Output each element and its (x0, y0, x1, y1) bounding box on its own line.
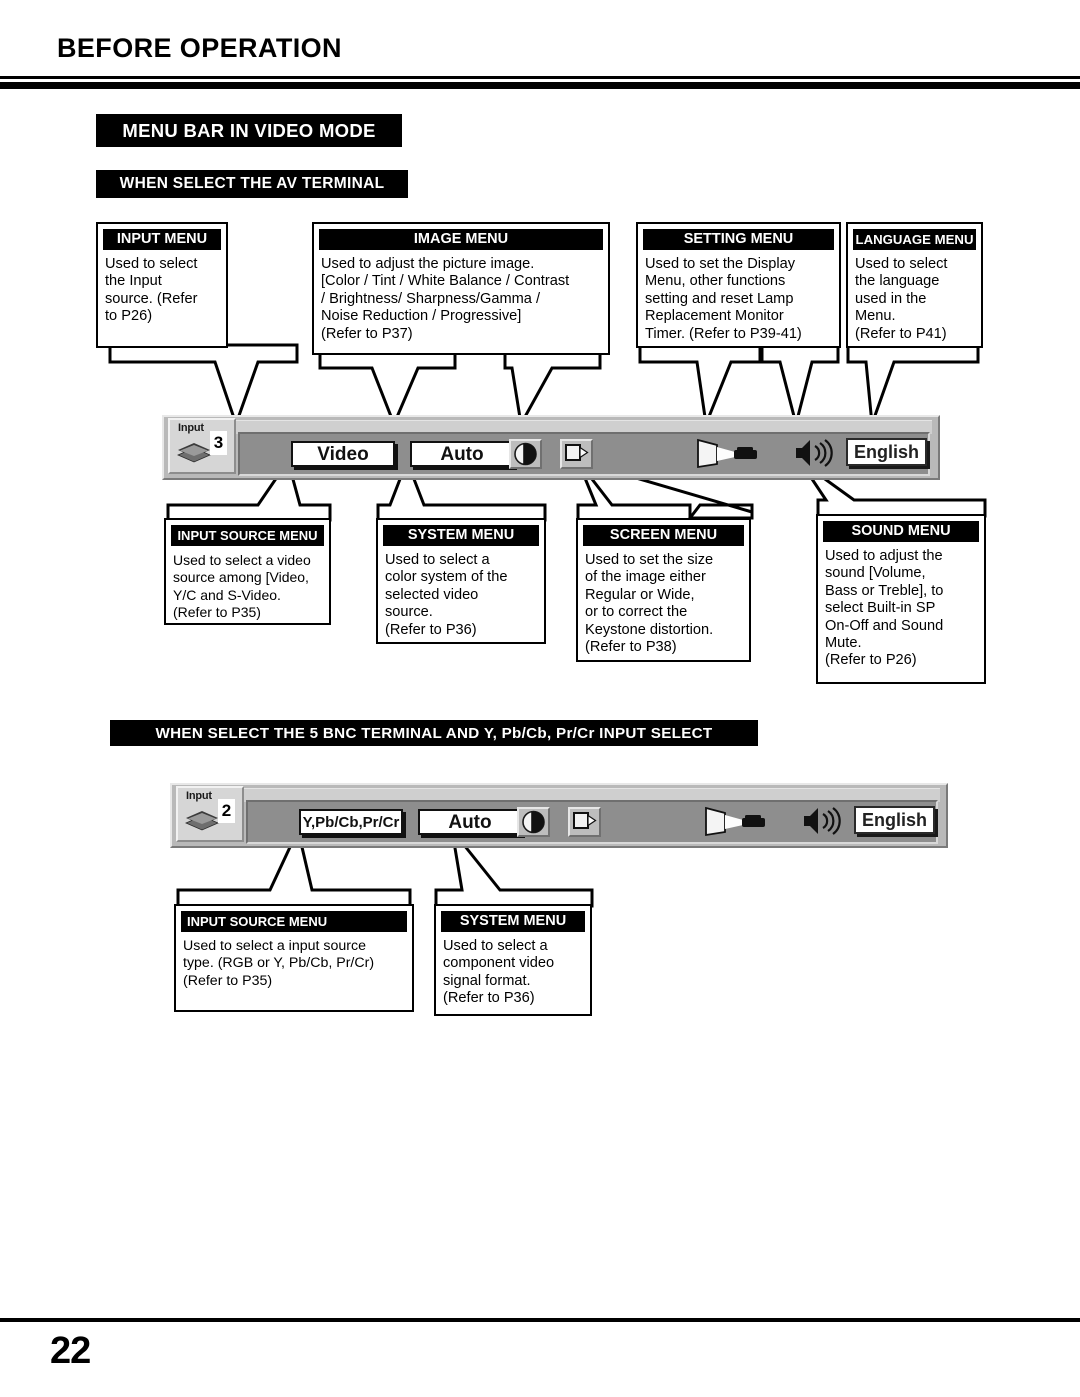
callout-body: Used to select a component video signal … (443, 938, 555, 1007)
callout-body: Used to select the Input source. (Refer … (105, 256, 198, 325)
contrast-icon (522, 810, 545, 834)
screen-menu-icon-button[interactable] (560, 439, 593, 469)
contrast-icon (514, 442, 537, 466)
callout-title: IMAGE MENU (319, 229, 603, 250)
subsection-banner-bnc-terminal: WHEN SELECT THE 5 BNC TERMINAL AND Y, Pb… (110, 720, 758, 746)
input-source-select[interactable]: Y,Pb/Cb,Pr/Cr (299, 809, 403, 835)
language-select[interactable]: English (854, 806, 935, 834)
callout-body: Used to select a video source among [Vid… (173, 552, 311, 621)
callout-body: Used to select the language used in the … (855, 256, 948, 342)
callout-connector-lines (108, 343, 987, 908)
callout-system-menu-bnc: SYSTEM MENU Used to select a component v… (434, 904, 592, 1016)
language-select[interactable]: English (846, 438, 927, 466)
callout-input-source-menu-av: INPUT SOURCE MENU Used to select a video… (164, 518, 331, 625)
callout-title: SOUND MENU (823, 521, 979, 542)
image-menu-icon-button[interactable] (517, 807, 550, 837)
header-rule-thick (0, 82, 1080, 89)
system-select[interactable]: Auto (410, 441, 514, 467)
layers-icon (185, 811, 219, 831)
input-index-badge: 3 (210, 431, 227, 455)
callout-sound-menu: SOUND MENU Used to adjust the sound [Vol… (816, 514, 986, 684)
section-banner-menu-bar-video-mode: MENU BAR IN VIDEO MODE (96, 114, 402, 147)
video-mode-menu-bar-bnc[interactable]: Input 2 Y,Pb/Cb,Pr/Cr Auto English (170, 783, 948, 848)
input-tab-label: Input (178, 422, 204, 434)
callout-input-source-menu-bnc: INPUT SOURCE MENU Used to select a input… (174, 904, 414, 1012)
callout-body: Used to adjust the sound [Volume, Bass o… (825, 548, 944, 669)
callout-body: Used to select a input source type. (RGB… (183, 938, 375, 989)
callout-body: Used to adjust the picture image. [Color… (321, 256, 570, 342)
projection-screen-icon[interactable] (695, 436, 763, 470)
callout-body: Used to set the size of the image either… (585, 552, 714, 656)
callout-title: SYSTEM MENU (441, 911, 585, 932)
projection-screen-icon[interactable] (703, 804, 771, 838)
callout-body: Used to set the Display Menu, other func… (645, 256, 802, 342)
callout-body: Used to select a color system of the sel… (385, 552, 508, 638)
screen-size-icon (565, 444, 589, 461)
video-mode-menu-bar-av[interactable]: Input 3 Video Auto English (162, 415, 940, 480)
callout-title: INPUT MENU (103, 229, 221, 250)
footer-rule (0, 1318, 1080, 1322)
callout-title: SCREEN MENU (583, 525, 744, 546)
callout-title: SETTING MENU (643, 229, 834, 250)
screen-menu-icon-button[interactable] (568, 807, 601, 837)
system-select[interactable]: Auto (418, 809, 522, 835)
page-title: BEFORE OPERATION (57, 33, 342, 63)
speaker-icon[interactable] (800, 804, 846, 838)
callout-image-menu: IMAGE MENU Used to adjust the picture im… (312, 222, 610, 355)
subsection-banner-av-terminal: WHEN SELECT THE AV TERMINAL (96, 170, 408, 198)
input-tab-label: Input (186, 790, 212, 802)
callout-title: INPUT SOURCE MENU (171, 525, 324, 546)
callout-setting-menu: SETTING MENU Used to set the Display Men… (636, 222, 841, 348)
speaker-icon[interactable] (792, 436, 838, 470)
page-header: BEFORE OPERATION (0, 0, 1080, 86)
callout-system-menu-av: SYSTEM MENU Used to select a color syste… (376, 518, 546, 644)
header-rule-thin (0, 76, 1080, 79)
callout-input-menu: INPUT MENU Used to select the Input sour… (96, 222, 228, 348)
callout-screen-menu: SCREEN MENU Used to set the size of the … (576, 518, 751, 662)
layers-icon (177, 443, 211, 463)
input-index-badge: 2 (218, 799, 235, 823)
input-source-select[interactable]: Video (291, 441, 395, 467)
callout-language-menu: LANGUAGE MENU Used to select the languag… (846, 222, 983, 348)
page-number: 22 (50, 1330, 91, 1372)
callout-title: INPUT SOURCE MENU (181, 911, 407, 932)
callout-title: LANGUAGE MENU (853, 229, 976, 250)
screen-size-icon (573, 812, 597, 829)
callout-title: SYSTEM MENU (383, 525, 539, 546)
image-menu-icon-button[interactable] (509, 439, 542, 469)
